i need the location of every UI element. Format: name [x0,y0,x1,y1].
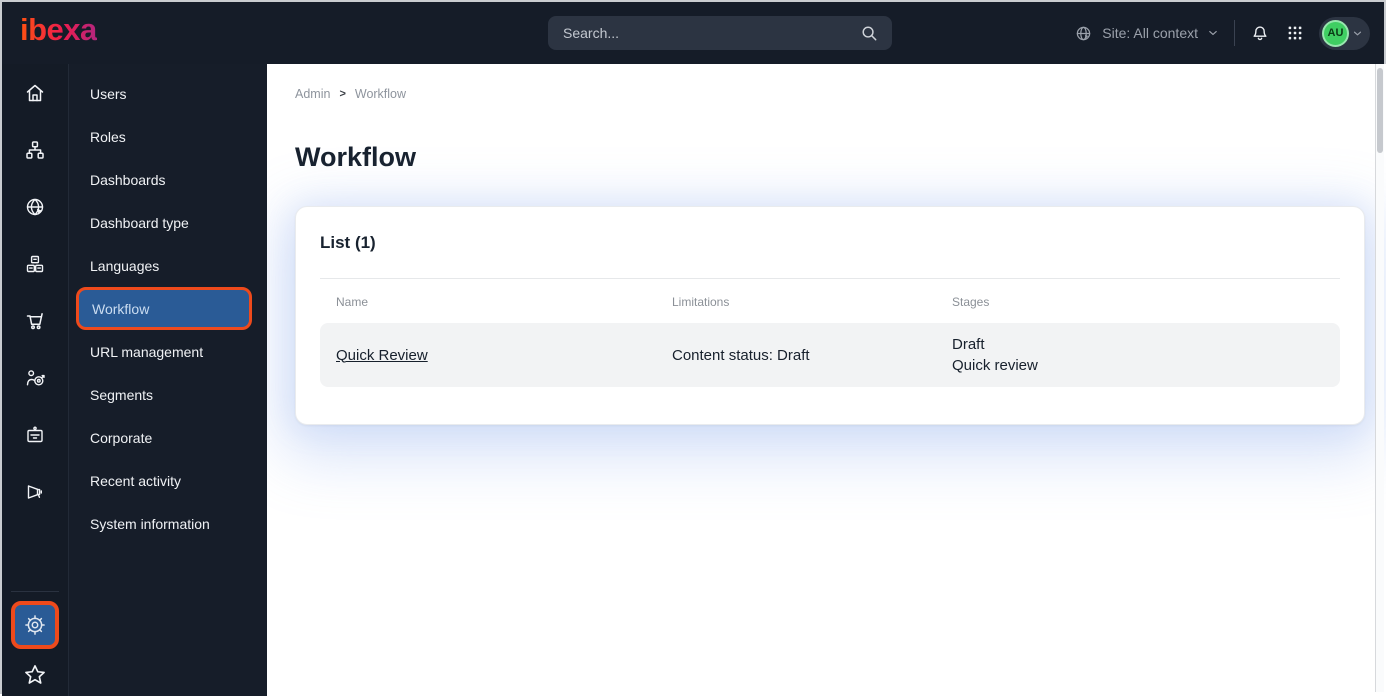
global-search[interactable] [548,16,892,50]
column-header-stages: Stages [952,295,990,309]
rail-item-bookmarks[interactable] [22,662,48,688]
workflow-name-link[interactable]: Quick Review [336,347,428,364]
home-icon [23,81,47,105]
search-input[interactable] [548,25,858,41]
rail-item-admin-settings[interactable] [11,601,59,649]
sidebar-item-corporate[interactable]: Corporate [69,416,267,459]
list-heading: List (1) [320,233,376,252]
app-switcher-button[interactable] [1285,23,1305,43]
breadcrumb-item-admin[interactable]: Admin [295,87,330,101]
content-tree-icon [23,138,47,162]
rail-item-commerce[interactable] [23,309,47,333]
rail-divider [11,591,59,592]
avatar: AU [1322,19,1349,47]
rail-item-home[interactable] [23,81,47,105]
page-title: Workflow [295,142,416,172]
chevron-down-icon [1351,27,1364,40]
sidebar-item-segments[interactable]: Segments [69,373,267,416]
breadcrumb-item-workflow: Workflow [354,87,407,101]
table-header-row: Name Limitations Stages [320,295,1340,309]
breadcrumb-separator: > [339,88,346,100]
rail-item-products[interactable] [23,252,47,276]
card-divider [320,278,1340,279]
notifications-button[interactable] [1249,22,1271,44]
sidebar-item-dashboard-type[interactable]: Dashboard type [69,201,267,244]
stages-cell: Draft Quick review [952,334,1340,376]
stage-item: Draft [952,336,985,353]
search-icon [858,22,892,44]
grid-icon [1285,23,1305,43]
bell-icon [1249,22,1271,44]
topbar-divider [1234,20,1235,46]
sidebar-item-roles[interactable]: Roles [69,115,267,158]
limitations-cell: Content status: Draft [672,346,810,364]
column-header-name: Name [336,295,369,309]
site-context-label: Site: All context [1102,25,1198,41]
table-row: Quick Review Content status: Draft Draft… [320,323,1340,387]
sidebar-item-languages[interactable]: Languages [69,244,267,287]
breadcrumb: Admin > Workflow [295,87,406,101]
column-header-limitations: Limitations [672,295,730,309]
globe-icon [1073,23,1094,44]
main-content: Admin > Workflow Workflow List (1) Name … [267,64,1386,696]
vertical-scrollbar[interactable] [1375,64,1384,692]
admin-sidebar: Users Roles Dashboards Dashboard type La… [69,64,267,696]
commerce-cart-icon [23,309,47,333]
marketing-megaphone-icon [23,480,47,504]
sidebar-item-recent-activity[interactable]: Recent activity [69,459,267,502]
customers-target-icon [23,366,47,390]
topbar: ibexa Site: All context [2,2,1384,64]
products-boxes-icon [23,252,47,276]
rail-item-content[interactable] [23,138,47,162]
rail-item-customers[interactable] [23,366,47,390]
user-menu[interactable]: AU [1319,16,1370,50]
sidebar-item-workflow[interactable]: Workflow [76,287,252,330]
sidebar-item-url-management[interactable]: URL management [69,330,267,373]
rail-item-corporate[interactable] [23,423,47,447]
ibexa-logo: ibexa [20,12,97,47]
sidebar-item-dashboards[interactable]: Dashboards [69,158,267,201]
sidebar-item-system-information[interactable]: System information [69,502,267,545]
site-globe-icon [23,195,47,219]
rail-item-marketing[interactable] [23,480,47,504]
chevron-down-icon [1206,26,1220,40]
settings-gear-icon [22,612,48,638]
site-context-dropdown[interactable]: Site: All context [1073,23,1220,44]
scrollbar-thumb[interactable] [1377,68,1383,153]
sidebar-item-users[interactable]: Users [69,72,267,115]
workflow-list-card: List (1) Name Limitations Stages Quick R… [295,206,1365,425]
stage-item: Quick review [952,357,1038,374]
icon-rail [2,64,69,696]
topbar-right: Site: All context AU [1073,2,1370,64]
corporate-badge-icon [23,423,47,447]
rail-item-site[interactable] [23,195,47,219]
bookmarks-star-icon [22,662,48,688]
